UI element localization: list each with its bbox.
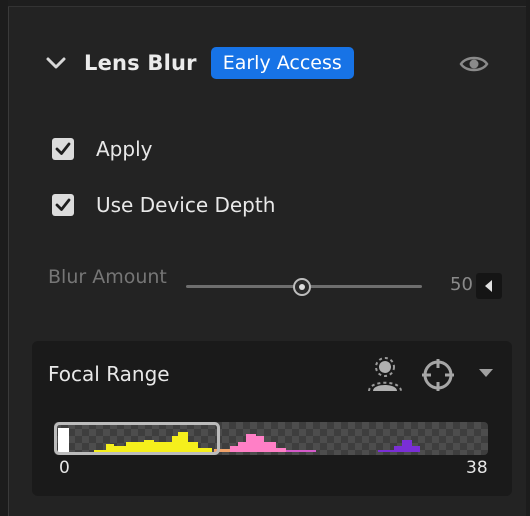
triangle-down-icon[interactable] <box>474 361 498 385</box>
apply-label: Apply <box>96 137 153 161</box>
crosshair-icon[interactable] <box>420 357 456 393</box>
use-device-depth-label: Use Device Depth <box>96 193 276 217</box>
focal-range-title: Focal Range <box>48 362 170 386</box>
use-device-depth-checkbox[interactable] <box>52 194 74 216</box>
person-select-icon[interactable] <box>364 355 406 395</box>
focal-range-panel: Focal Range 0 38 <box>32 341 512 496</box>
blur-amount-label: Blur Amount <box>48 266 167 288</box>
early-access-badge: Early Access <box>210 47 354 79</box>
blur-amount-row: Blur Amount 50 <box>48 264 508 306</box>
focal-range-histogram[interactable] <box>54 422 488 455</box>
use-device-depth-option[interactable]: Use Device Depth <box>52 193 275 217</box>
blur-amount-value[interactable]: 50 <box>450 274 473 295</box>
panel-right-edge <box>526 0 530 516</box>
apply-checkbox[interactable] <box>52 138 74 160</box>
focal-range-min: 0 <box>59 458 70 478</box>
blur-amount-slider-thumb[interactable] <box>293 278 311 296</box>
panel-left-edge <box>0 0 9 516</box>
panel-title: Lens Blur <box>84 51 197 75</box>
chevron-down-icon[interactable] <box>44 42 72 84</box>
lens-blur-header[interactable]: Lens Blur Early Access <box>44 42 354 84</box>
apply-option[interactable]: Apply <box>52 137 152 161</box>
panel-top-edge <box>8 0 526 7</box>
caret-left-icon[interactable] <box>476 273 502 299</box>
focal-range-max: 38 <box>466 458 488 478</box>
eye-icon[interactable] <box>458 52 490 76</box>
